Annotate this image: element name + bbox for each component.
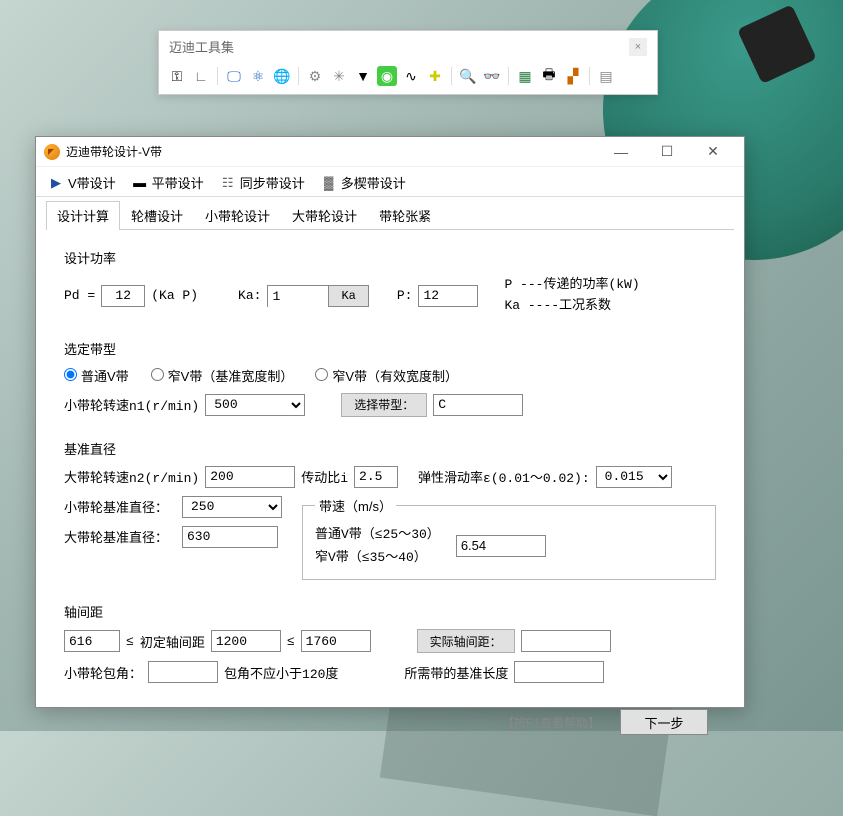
subtab-small-pulley[interactable]: 小带轮设计 <box>194 201 281 229</box>
n2-input[interactable] <box>205 466 295 488</box>
belt-type-group: 选定带型 普通V带 窄V带（基准宽度制） 窄V带（有效宽度制） 小带轮转速n1(… <box>52 339 728 429</box>
belt-speed-output[interactable] <box>456 535 546 557</box>
tab-multi-v-belt[interactable]: ▓ 多楔带设计 <box>321 173 406 192</box>
subtab-tension[interactable]: 带轮张紧 <box>368 201 442 229</box>
network-icon[interactable]: ⚛ <box>248 66 268 86</box>
p-note: P ---传递的功率(kW) <box>504 275 639 296</box>
axis-init-input[interactable] <box>211 630 281 652</box>
belt-speed-legend: 带速（m/s） <box>315 496 396 515</box>
n1-label: 小带轮转速n1(r/min) <box>64 395 199 414</box>
n2-label: 大带轮转速n2(r/min) <box>64 467 199 486</box>
maximize-button[interactable]: ☐ <box>644 137 690 167</box>
actual-axis-input[interactable] <box>521 630 611 652</box>
big-dia-input[interactable] <box>182 526 278 548</box>
floating-toolbar: 迈迪工具集 × ⚿ ∟ 🖵 ⚛ 🌐 ⚙ ✳ ▼ ◉ ∿ ✚ 🔍 👓 ▦ 🖶 ▞ … <box>158 30 658 95</box>
base-diameter-title: 基准直径 <box>64 439 716 458</box>
titlebar: 迈迪带轮设计-V带 — ☐ ✕ <box>36 137 744 167</box>
radio-narrow-v-eff[interactable]: 窄V带（有效宽度制） <box>315 366 458 385</box>
toolbar-title: 迈迪工具集 <box>169 37 234 56</box>
spring-icon[interactable]: ∿ <box>401 66 421 86</box>
axis-distance-group: 轴间距 ≤ 初定轴间距 ≤ 实际轴间距： 小带轮包角： 包角不应小于120度 所… <box>52 602 728 695</box>
binoculars-icon[interactable]: 👓 <box>482 66 502 86</box>
ka-input[interactable] <box>268 286 328 308</box>
actual-axis-label-button[interactable]: 实际轴间距： <box>417 629 515 653</box>
axis-min-input[interactable] <box>64 630 120 652</box>
radio-narrow-v-base[interactable]: 窄V带（基准宽度制） <box>151 366 294 385</box>
belt-type-title: 选定带型 <box>64 339 716 358</box>
belt-length-label: 所需带的基准长度 <box>404 663 508 682</box>
excel-icon[interactable]: ▦ <box>515 66 535 86</box>
v-belt-icon: ▶ <box>48 175 64 191</box>
pd-formula-prefix: Pd = <box>64 288 95 303</box>
ratio-input[interactable] <box>354 466 398 488</box>
angle-icon[interactable]: ∟ <box>191 66 211 86</box>
select-belt-type-button[interactable]: 选择带型： <box>341 393 427 417</box>
flat-belt-icon: ▬ <box>132 175 148 191</box>
p-input[interactable] <box>418 285 478 307</box>
app-icon <box>44 144 60 160</box>
globe-icon[interactable]: 🌐 <box>272 66 292 86</box>
ka-label: Ka: <box>238 288 261 303</box>
sync-belt-icon: ☷ <box>220 175 236 191</box>
search-icon[interactable]: 🔍 <box>458 66 478 86</box>
ratio-label: 传动比i <box>301 467 348 486</box>
subtab-big-pulley[interactable]: 大带轮设计 <box>281 201 368 229</box>
n1-select[interactable]: 500 <box>205 394 305 416</box>
pd-value-input[interactable] <box>101 285 145 307</box>
wrap-angle-label: 小带轮包角： <box>64 663 142 682</box>
le2: ≤ <box>287 634 295 649</box>
main-tab-bar: ▶ V带设计 ▬ 平带设计 ☷ 同步带设计 ▓ 多楔带设计 <box>36 167 744 197</box>
init-axis-label: 初定轴间距 <box>140 632 205 651</box>
belt-speed-fieldset: 带速（m/s） 普通V带（≤25～30） 窄V带（≤35～40） <box>302 496 716 581</box>
help-hint: 【按F1查看帮助】 <box>502 714 600 731</box>
speed-note1: 普通V带（≤25～30） <box>315 523 440 546</box>
ka-note: Ka ----工况系数 <box>504 296 639 317</box>
list-icon[interactable]: ▤ <box>596 66 616 86</box>
tab-v-belt[interactable]: ▶ V带设计 <box>48 173 116 192</box>
ka-button[interactable]: Ka <box>328 286 367 306</box>
close-button[interactable]: ✕ <box>690 137 736 167</box>
base-diameter-group: 基准直径 大带轮转速n2(r/min) 传动比i 弹性滑动率ε(0.01～0.0… <box>52 439 728 593</box>
wrap-angle-note: 包角不应小于120度 <box>224 663 338 682</box>
radio-normal-v[interactable]: 普通V带 <box>64 366 129 385</box>
small-dia-label: 小带轮基准直径： <box>64 497 176 516</box>
gear2-icon[interactable]: ✳ <box>329 66 349 86</box>
window-title: 迈迪带轮设计-V带 <box>66 143 598 160</box>
design-power-group: 设计功率 Pd = (Ka P) Ka: Ka P: P ---传递的功率(kW… <box>52 240 728 329</box>
tab-flat-belt[interactable]: ▬ 平带设计 <box>132 173 204 192</box>
axis-max-input[interactable] <box>301 630 371 652</box>
toolbar-close-button[interactable]: × <box>629 38 647 56</box>
green-dot-icon[interactable]: ◉ <box>377 66 397 86</box>
slip-select[interactable]: 0.015 <box>596 466 672 488</box>
tab-sync-belt[interactable]: ☷ 同步带设计 <box>220 173 305 192</box>
chart-icon[interactable]: ▞ <box>563 66 583 86</box>
next-button[interactable]: 下一步 <box>620 709 708 735</box>
axis-distance-title: 轴间距 <box>64 602 716 621</box>
subtab-design-calc[interactable]: 设计计算 <box>46 201 120 229</box>
monitor-icon[interactable]: 🖵 <box>224 66 244 86</box>
big-dia-label: 大带轮基准直径： <box>64 527 176 546</box>
p-label: P: <box>397 288 413 303</box>
plus-icon[interactable]: ✚ <box>425 66 445 86</box>
toolbar-icon-row: ⚿ ∟ 🖵 ⚛ 🌐 ⚙ ✳ ▼ ◉ ∿ ✚ 🔍 👓 ▦ 🖶 ▞ ▤ <box>159 62 657 94</box>
belt-type-result[interactable] <box>433 394 523 416</box>
pd-formula-suffix: (Ka P) <box>151 288 198 303</box>
le1: ≤ <box>126 634 134 649</box>
design-power-title: 设计功率 <box>64 248 716 267</box>
belt-length-input[interactable] <box>514 661 604 683</box>
print-icon[interactable]: 🖶 <box>539 66 559 86</box>
slip-label: 弹性滑动率ε(0.01～0.02): <box>418 467 590 486</box>
sub-tab-bar: 设计计算 轮槽设计 小带轮设计 大带轮设计 带轮张紧 <box>36 197 744 229</box>
small-dia-select[interactable]: 250 <box>182 496 282 518</box>
gear-icon[interactable]: ⚙ <box>305 66 325 86</box>
speed-note2: 窄V带（≤35～40） <box>315 546 440 569</box>
subtab-groove[interactable]: 轮槽设计 <box>120 201 194 229</box>
minimize-button[interactable]: — <box>598 137 644 167</box>
multi-v-icon: ▓ <box>321 175 337 191</box>
key-icon[interactable]: ⚿ <box>167 66 187 86</box>
funnel-icon[interactable]: ▼ <box>353 66 373 86</box>
main-dialog: 迈迪带轮设计-V带 — ☐ ✕ ▶ V带设计 ▬ 平带设计 ☷ 同步带设计 ▓ … <box>35 136 745 708</box>
wrap-angle-input[interactable] <box>148 661 218 683</box>
